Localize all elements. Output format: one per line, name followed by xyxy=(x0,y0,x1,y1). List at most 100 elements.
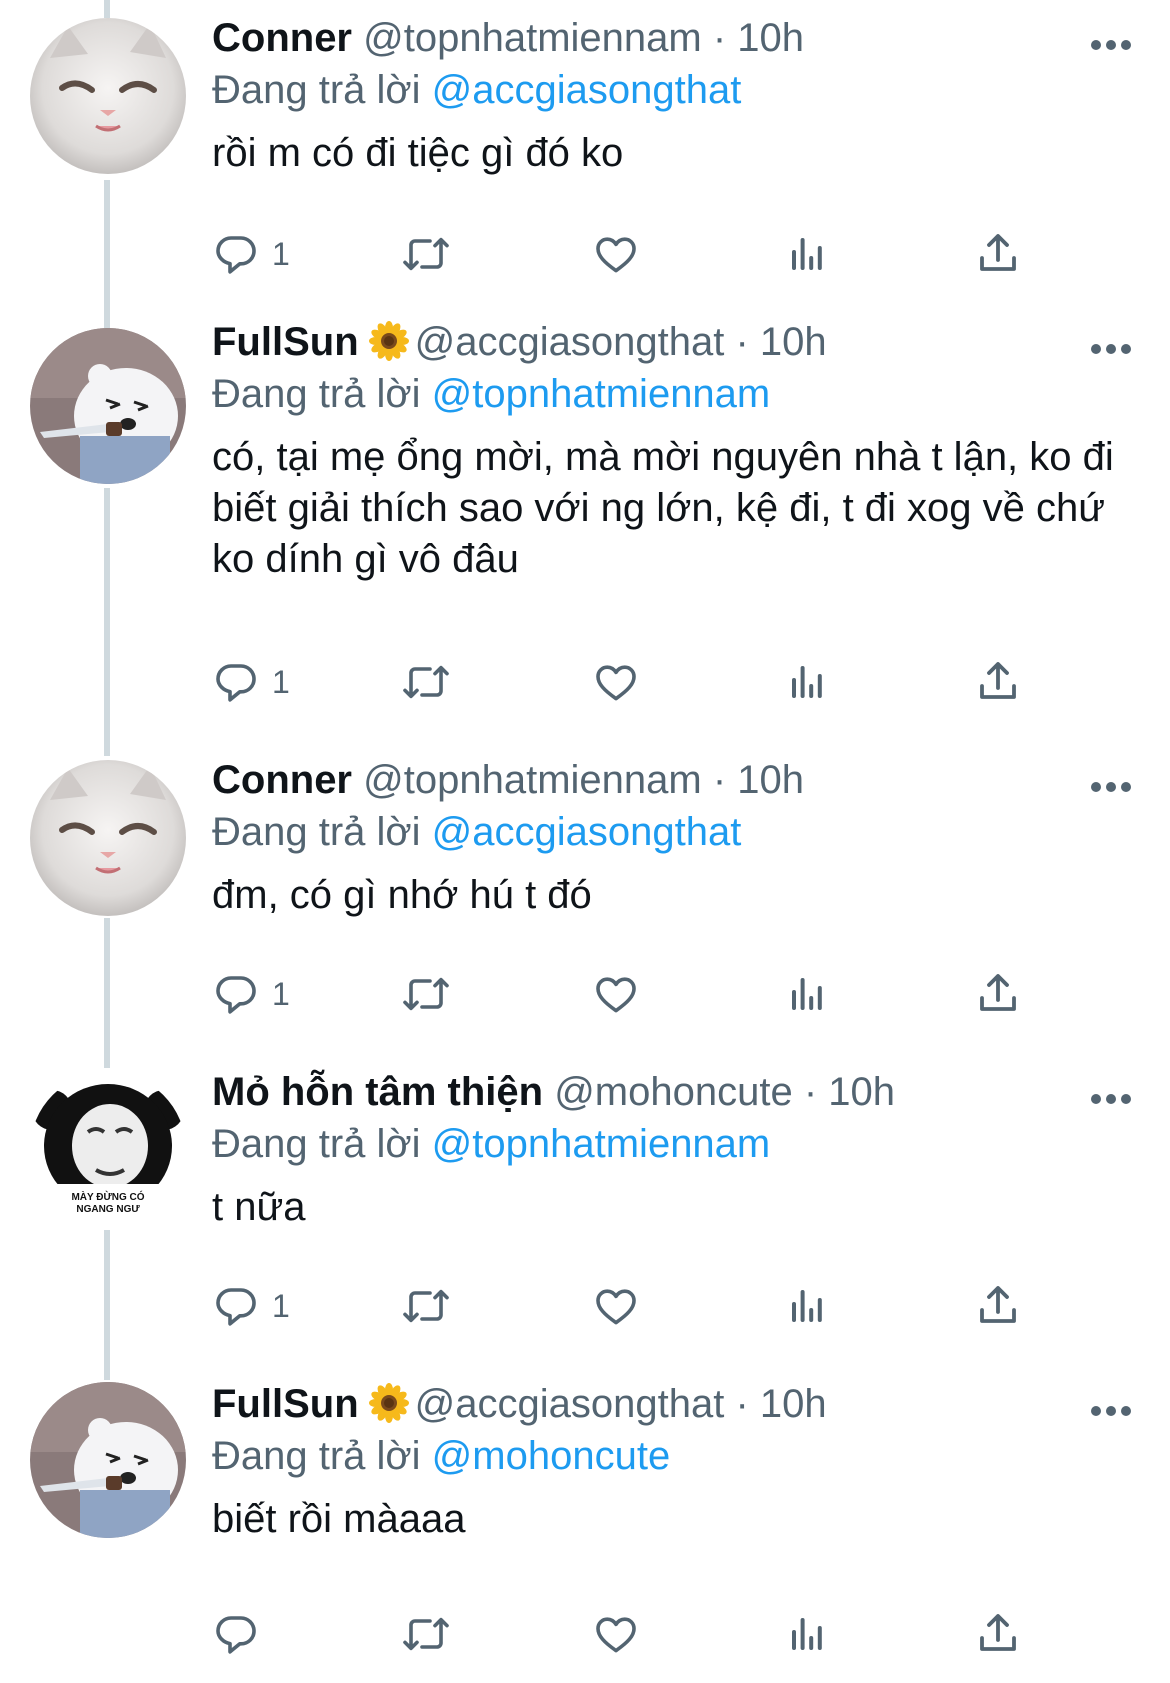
replying-to: Đang trả lời @mohoncute xyxy=(212,1432,1140,1480)
tweet-actions: 1 xyxy=(212,652,1052,712)
retweet-button[interactable] xyxy=(400,652,452,712)
analytics-icon xyxy=(784,1282,832,1330)
share-button[interactable] xyxy=(974,224,1022,284)
reply-mention-link[interactable]: @accgiasongthat xyxy=(432,810,742,854)
analytics-button[interactable] xyxy=(784,1604,832,1664)
reply-mention-link[interactable]: @topnhatmiennam xyxy=(432,372,771,416)
bear-knife-avatar[interactable] xyxy=(30,1382,186,1538)
like-button[interactable] xyxy=(592,224,640,284)
tweet-actions: 1 xyxy=(212,224,1052,284)
share-button[interactable] xyxy=(974,1276,1022,1336)
retweet-icon xyxy=(400,1610,452,1658)
share-icon xyxy=(974,658,1022,706)
user-handle[interactable]: @topnhatmiennam xyxy=(363,16,702,60)
bear-knife-avatar[interactable] xyxy=(30,328,186,484)
analytics-button[interactable] xyxy=(784,1276,832,1336)
reply-mention-link[interactable]: @accgiasongthat xyxy=(432,68,742,112)
white-cat-avatar[interactable] xyxy=(30,760,186,916)
reply-icon xyxy=(212,1282,260,1330)
reply-button[interactable]: 1 xyxy=(212,964,290,1024)
separator-dot: · xyxy=(712,758,727,802)
user-handle[interactable]: @accgiasongthat xyxy=(415,320,725,364)
replying-prefix: Đang trả lời xyxy=(212,1434,421,1478)
reply-mention-link[interactable]: @topnhatmiennam xyxy=(432,1122,771,1166)
share-button[interactable] xyxy=(974,1604,1022,1664)
share-icon xyxy=(974,970,1022,1018)
tweet-actions: 1 xyxy=(212,964,1052,1024)
analytics-button[interactable] xyxy=(784,652,832,712)
analytics-icon xyxy=(784,970,832,1018)
more-options-icon[interactable] xyxy=(1090,38,1132,54)
avatar-caption: MÀY ĐỪNG CÓ xyxy=(71,1190,144,1203)
reply-mention-link[interactable]: @mohoncute xyxy=(432,1434,671,1478)
thread-line xyxy=(104,488,110,756)
white-cat-avatar[interactable] xyxy=(30,18,186,174)
like-icon xyxy=(592,970,640,1018)
tweet[interactable]: Conner @topnhatmiennam · 10h Đang trả lờ… xyxy=(212,14,1140,179)
thread-line xyxy=(104,180,110,328)
analytics-icon xyxy=(784,230,832,278)
replying-prefix: Đang trả lời xyxy=(212,810,421,854)
timestamp[interactable]: 10h xyxy=(828,1070,895,1114)
retweet-icon xyxy=(400,970,452,1018)
display-name[interactable]: Mỏ hỗn tâm thiện xyxy=(212,1070,543,1114)
tweet[interactable]: FullSun @accgiasongthat · 10h Đang trả l… xyxy=(212,318,1140,585)
more-options-icon[interactable] xyxy=(1090,1092,1132,1108)
share-icon xyxy=(974,230,1022,278)
retweet-button[interactable] xyxy=(400,964,452,1024)
tweet[interactable]: FullSun @accgiasongthat · 10h Đang trả l… xyxy=(212,1380,1140,1545)
retweet-button[interactable] xyxy=(400,1604,452,1664)
like-button[interactable] xyxy=(592,1604,640,1664)
tweet[interactable]: Conner @topnhatmiennam · 10h Đang trả lờ… xyxy=(212,756,1140,921)
more-options-icon[interactable] xyxy=(1090,1404,1132,1420)
display-name[interactable]: FullSun xyxy=(212,320,359,364)
like-button[interactable] xyxy=(592,1276,640,1336)
tweet-header: Mỏ hỗn tâm thiện @mohoncute · 10h xyxy=(212,1068,1140,1116)
display-name[interactable]: Conner xyxy=(212,758,352,802)
retweet-icon xyxy=(400,1282,452,1330)
analytics-icon xyxy=(784,1610,832,1658)
like-icon xyxy=(592,1610,640,1658)
reply-button[interactable] xyxy=(212,1604,272,1664)
retweet-button[interactable] xyxy=(400,224,452,284)
user-handle[interactable]: @topnhatmiennam xyxy=(363,758,702,802)
more-options-icon[interactable] xyxy=(1090,342,1132,358)
display-name[interactable]: Conner xyxy=(212,16,352,60)
reply-button[interactable]: 1 xyxy=(212,1276,290,1336)
analytics-button[interactable] xyxy=(784,964,832,1024)
tweet-text: biết rồi màaaa xyxy=(212,1497,466,1541)
replying-prefix: Đang trả lời xyxy=(212,372,421,416)
reply-button[interactable]: 1 xyxy=(212,652,290,712)
display-name[interactable]: FullSun xyxy=(212,1382,359,1426)
timestamp[interactable]: 10h xyxy=(760,320,827,364)
tweet-header: Conner @topnhatmiennam · 10h xyxy=(212,756,1140,804)
timestamp[interactable]: 10h xyxy=(760,1382,827,1426)
separator-dot: · xyxy=(735,320,749,364)
timestamp[interactable]: 10h xyxy=(737,16,804,60)
share-icon xyxy=(974,1610,1022,1658)
tweet-actions xyxy=(212,1604,1052,1664)
separator-dot: · xyxy=(712,16,727,60)
reply-button[interactable]: 1 xyxy=(212,224,290,284)
thread-line xyxy=(104,0,110,18)
retweet-icon xyxy=(400,230,452,278)
meme-face-avatar[interactable]: MÀY ĐỪNG CÓ NGANG NGƯ xyxy=(30,1072,186,1228)
user-handle[interactable]: @accgiasongthat xyxy=(415,1382,725,1426)
share-button[interactable] xyxy=(974,652,1022,712)
more-options-icon[interactable] xyxy=(1090,780,1132,796)
share-button[interactable] xyxy=(974,964,1022,1024)
tweet-text: t nữa xyxy=(212,1185,306,1229)
tweet[interactable]: Mỏ hỗn tâm thiện @mohoncute · 10h Đang t… xyxy=(212,1068,1140,1233)
thread-line xyxy=(104,1230,110,1380)
user-handle[interactable]: @mohoncute xyxy=(554,1070,793,1114)
reply-count: 1 xyxy=(272,1287,290,1324)
tweet-text: rồi m có đi tiệc gì đó ko xyxy=(212,131,624,175)
timestamp[interactable]: 10h xyxy=(737,758,804,802)
analytics-button[interactable] xyxy=(784,224,832,284)
analytics-icon xyxy=(784,658,832,706)
like-button[interactable] xyxy=(592,652,640,712)
like-icon xyxy=(592,230,640,278)
replying-to: Đang trả lời @topnhatmiennam xyxy=(212,370,1140,418)
retweet-button[interactable] xyxy=(400,1276,452,1336)
like-button[interactable] xyxy=(592,964,640,1024)
